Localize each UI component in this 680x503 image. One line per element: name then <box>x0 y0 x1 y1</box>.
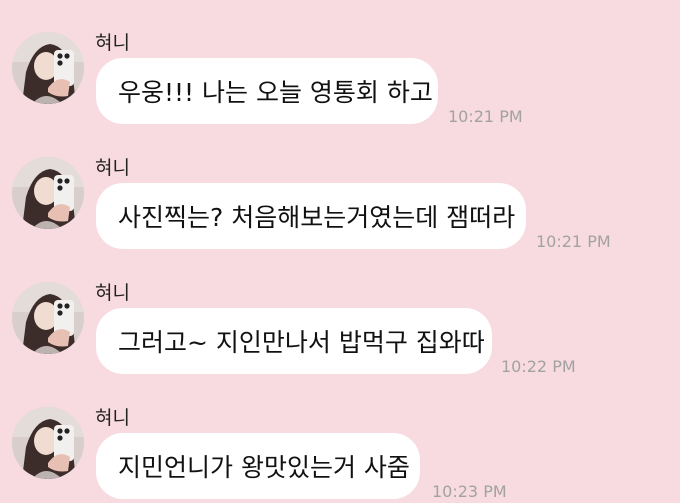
message-bubble[interactable]: 그러고~ 지인만나서 밥먹구 집와따 <box>96 308 492 374</box>
message-time: 10:23 PM <box>432 482 507 501</box>
profile-photo <box>12 407 84 479</box>
sender-name: 혀니 <box>95 282 130 304</box>
avatar[interactable] <box>12 32 84 104</box>
profile-photo <box>12 32 84 104</box>
message-time: 10:22 PM <box>501 357 576 376</box>
chat-thread: 혀니 우웅!!! 나는 오늘 영통회 하고 10:21 PM 혀니 사진찍는? … <box>0 0 680 503</box>
profile-photo <box>12 282 84 354</box>
message-time: 10:21 PM <box>536 232 611 251</box>
profile-photo <box>12 157 84 229</box>
sender-name: 혀니 <box>95 157 130 179</box>
message-bubble[interactable]: 사진찍는? 처음해보는거였는데 잼떠라 <box>96 183 526 249</box>
message-row: 혀니 사진찍는? 처음해보는거였는데 잼떠라 10:21 PM <box>0 157 680 277</box>
message-bubble[interactable]: 지민언니가 왕맛있는거 사줌 <box>96 433 420 499</box>
avatar[interactable] <box>12 282 84 354</box>
message-bubble[interactable]: 우웅!!! 나는 오늘 영통회 하고 <box>96 58 438 124</box>
sender-name: 혀니 <box>95 407 130 429</box>
message-row: 혀니 우웅!!! 나는 오늘 영통회 하고 10:21 PM <box>0 32 680 152</box>
message-row: 혀니 그러고~ 지인만나서 밥먹구 집와따 10:22 PM <box>0 282 680 402</box>
message-row: 혀니 지민언니가 왕맛있는거 사줌 10:23 PM <box>0 407 680 503</box>
sender-name: 혀니 <box>95 32 130 54</box>
avatar[interactable] <box>12 407 84 479</box>
message-time: 10:21 PM <box>448 107 523 126</box>
avatar[interactable] <box>12 157 84 229</box>
